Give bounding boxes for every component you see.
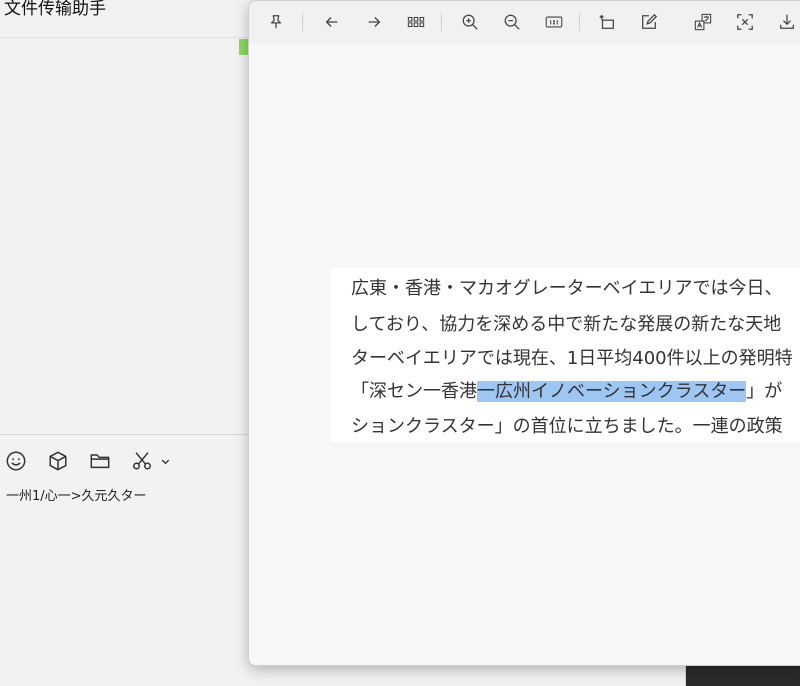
document-line: ションクラスター」の首位に立ちました。一連の政策 — [351, 416, 783, 437]
arrow-left-icon — [325, 17, 338, 27]
edit-button[interactable] — [636, 9, 662, 35]
document-line: 広東・香港・マカオグレーターベイエリアでは今日、 — [351, 278, 783, 299]
emoji-button[interactable] — [4, 449, 28, 473]
gallery-button[interactable] — [403, 9, 429, 35]
rotate-button[interactable] — [594, 9, 620, 35]
cube-icon — [49, 451, 67, 471]
next-button[interactable] — [361, 9, 387, 35]
screenshot-button[interactable] — [130, 449, 154, 473]
sticker-button[interactable] — [46, 449, 70, 473]
document-line: 「深セン一香港一広州イノベーションクラスター」が — [351, 379, 782, 405]
rotate-icon — [599, 14, 614, 29]
translate-icon — [694, 13, 712, 31]
actual-size-icon — [545, 16, 563, 28]
screenshot-options-button[interactable] — [158, 454, 172, 468]
file-button[interactable] — [88, 449, 112, 473]
selected-text[interactable]: 一広州イノベーションクラスター — [477, 381, 747, 402]
zoom-out-button[interactable] — [499, 9, 525, 35]
download-button[interactable] — [774, 9, 800, 35]
chevron-down-icon — [161, 459, 169, 464]
zoom-in-icon — [462, 14, 478, 30]
toolbar-separator — [441, 13, 442, 31]
line-text-after: 」が — [746, 381, 783, 402]
text-recognition-button[interactable] — [732, 9, 758, 35]
emoji-icon — [6, 451, 26, 471]
pin-button[interactable] — [263, 9, 289, 35]
pin-icon — [270, 15, 282, 29]
zoom-in-button[interactable] — [457, 9, 483, 35]
grid-icon — [407, 16, 425, 28]
image-viewer-window: 広東・香港・マカオグレーターベイエリアでは今日、 しており、協力を深める中で新た… — [248, 0, 800, 666]
document-line: しており、協力を深める中で新たな発展の新たな天地 — [351, 314, 782, 335]
arrow-right-icon — [368, 17, 381, 27]
toolbar-separator — [302, 13, 303, 31]
previous-button[interactable] — [319, 9, 345, 35]
line-text-before: 「深セン一香港 — [351, 381, 477, 402]
toolbar-separator — [579, 13, 580, 31]
download-icon — [780, 14, 794, 29]
document-line: ターベイエリアでは現在、1日平均400件以上の発明特 — [351, 348, 793, 369]
viewer-toolbar — [249, 1, 800, 43]
actual-size-button[interactable] — [541, 9, 567, 35]
zoom-out-icon — [504, 14, 520, 30]
scissors-icon — [133, 452, 151, 470]
message-input[interactable]: 一州1/心一>久元久ター — [6, 488, 147, 506]
input-toolbar — [4, 449, 172, 473]
translate-button[interactable] — [690, 9, 716, 35]
ocr-scan-icon — [737, 14, 753, 30]
image-canvas[interactable]: 広東・香港・マカオグレーターベイエリアでは今日、 しており、協力を深める中で新た… — [249, 43, 800, 665]
folder-icon — [90, 454, 110, 469]
chat-title: 文件传输助手 — [4, 0, 106, 19]
document-image[interactable]: 広東・香港・マカオグレーターベイエリアでは今日、 しており、協力を深める中で新た… — [331, 268, 800, 442]
edit-icon — [642, 13, 658, 29]
